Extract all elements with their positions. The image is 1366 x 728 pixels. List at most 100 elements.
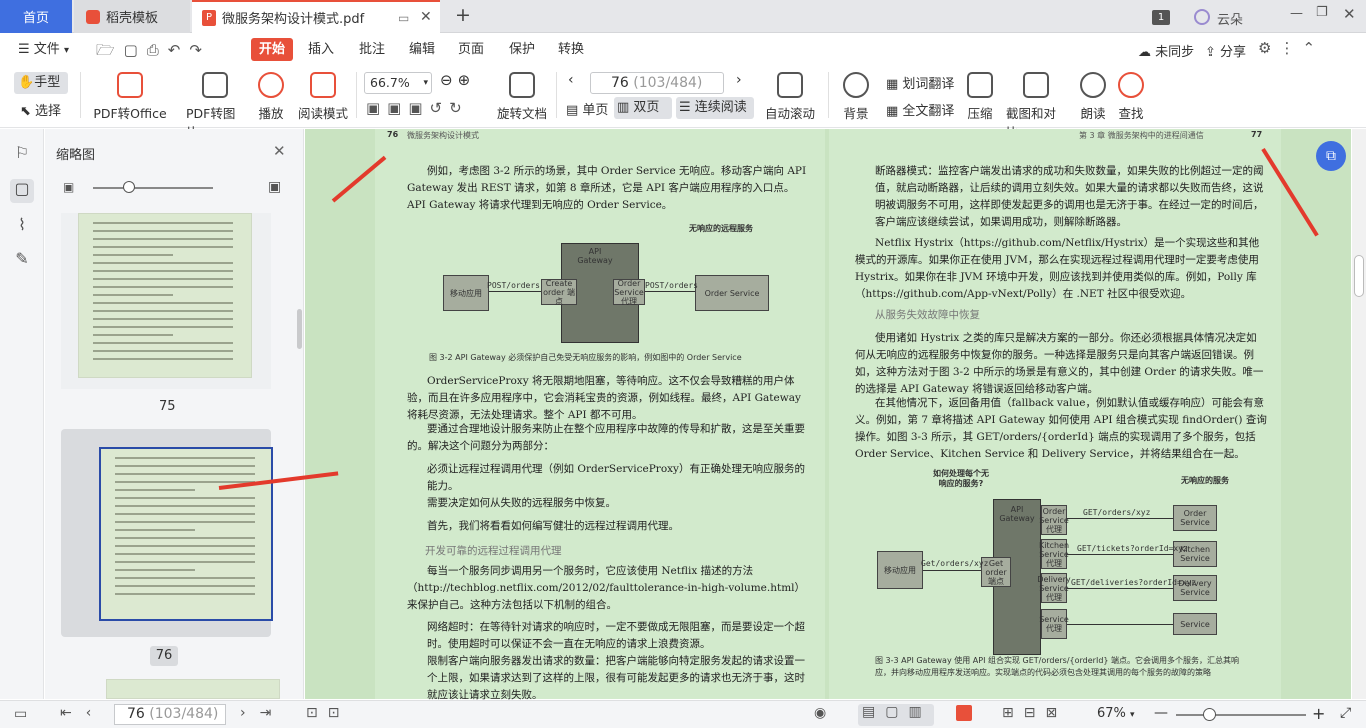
bookmark-icon[interactable]: ⚐ bbox=[10, 143, 34, 167]
thumbnail-77-image[interactable] bbox=[106, 679, 280, 699]
tab-pdf[interactable]: P 微服务架构设计模式.pdf ▭ ✕ bbox=[192, 0, 440, 33]
thumbnail-75[interactable] bbox=[61, 213, 271, 389]
panel-close-icon[interactable]: ✕ bbox=[273, 142, 286, 160]
scroll-thumb[interactable] bbox=[1354, 255, 1364, 297]
tab-float-icon[interactable]: ▭ bbox=[398, 11, 409, 25]
tab-close-icon[interactable]: ✕ bbox=[420, 9, 432, 25]
tab-template[interactable]: 稻壳模板 bbox=[74, 0, 190, 33]
menu-protect[interactable]: 保护 bbox=[501, 38, 543, 61]
next-last-icons[interactable]: ›⇥ bbox=[240, 705, 285, 721]
pdf-to-office-button[interactable]: PDF转Office bbox=[92, 72, 168, 122]
search-icon bbox=[1118, 72, 1144, 98]
zoom-slider-handle[interactable] bbox=[1203, 708, 1216, 721]
play-icon[interactable] bbox=[956, 705, 972, 721]
attachment-icon[interactable]: ⌇ bbox=[10, 215, 34, 239]
sync-status[interactable]: ☁ 未同步 bbox=[1138, 41, 1194, 60]
quick-access-icons[interactable]: 🗁▢⎙↶↷ bbox=[96, 40, 211, 65]
restore-icon[interactable]: ❐ bbox=[1316, 5, 1328, 20]
tab-bar: 首页 稻壳模板 P 微服务架构设计模式.pdf ▭ ✕ + 1 云朵 — ❐ ✕ bbox=[0, 0, 1366, 33]
double-page-button[interactable]: ▥ 双页 bbox=[614, 97, 672, 119]
page-total: (103/484) bbox=[633, 75, 703, 91]
single-page-button[interactable]: ▤ 单页 bbox=[566, 99, 608, 118]
panel-scrollbar[interactable] bbox=[297, 309, 302, 349]
signature-icon[interactable]: ✎ bbox=[10, 249, 34, 273]
sidebar-toggle-icon[interactable]: ▭ bbox=[14, 706, 27, 722]
large-image-icon[interactable]: ▣ bbox=[268, 179, 281, 195]
menu-start[interactable]: 开始 bbox=[251, 38, 294, 61]
minimize-icon[interactable]: — bbox=[1290, 6, 1303, 21]
compress-button[interactable]: 压缩 bbox=[966, 72, 994, 122]
thumbnail-text-line bbox=[93, 262, 233, 264]
fit-icons[interactable]: ⊞⊟⊠ bbox=[1002, 705, 1067, 721]
eye-protect-icon[interactable]: ◉ bbox=[814, 705, 826, 721]
thumbnail-text-line bbox=[93, 310, 233, 312]
hand-tool[interactable]: ✋手型 bbox=[14, 72, 68, 94]
file-menu[interactable]: ☰ 文件 ▾ bbox=[10, 38, 77, 61]
zoom-slider[interactable] bbox=[1176, 714, 1306, 716]
window-close-icon[interactable]: ✕ bbox=[1343, 5, 1356, 23]
autoscroll-button[interactable]: 自动滚动 bbox=[762, 72, 818, 122]
full-translate-label: 全文翻译 bbox=[902, 104, 955, 119]
menu-annotate[interactable]: 批注 bbox=[351, 38, 393, 61]
find-button[interactable]: 查找 bbox=[1116, 72, 1146, 122]
create-order-node: Create order 端点 bbox=[541, 279, 577, 306]
tab-home[interactable]: 首页 bbox=[0, 0, 72, 33]
history-icons[interactable]: ⊡⊡ bbox=[306, 705, 349, 721]
select-tool[interactable]: ⬉ 选择 bbox=[20, 100, 61, 119]
vertical-scrollbar[interactable] bbox=[1352, 129, 1366, 699]
zoom-buttons[interactable]: ⊖⊕ bbox=[440, 71, 475, 89]
thumbnail-text-line bbox=[115, 529, 195, 531]
figure-caption: 图 3-3 API Gateway 使用 API 组合实现 GET/orders… bbox=[875, 656, 1240, 677]
status-page-input[interactable]: 76 (103/484) bbox=[114, 704, 226, 725]
thumbnail-text-line bbox=[115, 585, 255, 587]
small-image-icon[interactable]: ▣ bbox=[63, 180, 74, 194]
share-button[interactable]: ⇪ 分享 bbox=[1205, 41, 1246, 60]
new-tab-button[interactable]: + bbox=[455, 4, 471, 26]
zoom-out-icon[interactable]: — bbox=[1154, 705, 1168, 721]
fit-rotate-icons[interactable]: ▣▣▣↺↻ bbox=[366, 99, 469, 117]
delivery-proxy-node: Delivery Service 代理 bbox=[1037, 573, 1071, 603]
background-button[interactable]: 背景 bbox=[840, 72, 872, 122]
thumbnail-icon[interactable]: ▢ bbox=[10, 179, 34, 203]
first-prev-icons[interactable]: ⇤‹ bbox=[60, 705, 105, 721]
read-mode-button[interactable]: 阅读模式 bbox=[298, 72, 348, 122]
compress-icon bbox=[967, 72, 993, 98]
zoom-in-icon[interactable]: + bbox=[1312, 704, 1325, 723]
hamburger-icon: ☰ bbox=[18, 42, 34, 57]
window-count-badge[interactable]: 1 bbox=[1152, 10, 1170, 25]
service-node: Service bbox=[1173, 613, 1217, 635]
next-page-icon[interactable]: › bbox=[736, 72, 742, 88]
menu-edit[interactable]: 编辑 bbox=[401, 38, 443, 61]
word-translate-button[interactable]: ▦ 划词翻译 bbox=[886, 73, 954, 92]
menu-convert[interactable]: 转换 bbox=[550, 38, 592, 61]
avatar[interactable] bbox=[1194, 9, 1210, 25]
menu-page[interactable]: 页面 bbox=[450, 38, 492, 61]
page-input[interactable]: 76 (103/484) bbox=[590, 72, 724, 94]
thumb-size-slider[interactable] bbox=[93, 187, 213, 189]
single-label: 单页 bbox=[582, 103, 609, 118]
prev-page-icon[interactable]: ‹ bbox=[568, 72, 574, 88]
zoom-value[interactable]: 67% ▾ bbox=[1097, 706, 1135, 721]
fullscreen-icon[interactable]: ⤢ bbox=[1340, 705, 1351, 721]
file-menu-label: 文件 bbox=[33, 42, 60, 57]
settings-icons[interactable]: ⚙⋮⌃ bbox=[1258, 39, 1323, 57]
user-name[interactable]: 云朵 bbox=[1217, 9, 1243, 28]
play-button[interactable]: 播放 bbox=[254, 72, 288, 122]
panel-title: 缩略图 bbox=[56, 148, 96, 163]
menu-bar: ☰ 文件 ▾ 🗁▢⎙↶↷ 开始 插入 批注 编辑 页面 保护 转换 ☁ 未同步 … bbox=[0, 34, 1366, 64]
floating-translate-icon[interactable]: ⧉ bbox=[1316, 141, 1346, 171]
continuous-read-button[interactable]: ☰ 连续阅读 bbox=[676, 97, 754, 119]
thumbnail-76[interactable] bbox=[61, 429, 273, 637]
slider-handle[interactable] bbox=[123, 181, 135, 193]
menu-insert[interactable]: 插入 bbox=[300, 38, 342, 61]
edge-label: GET/deliveries?orderId=xyz bbox=[1071, 578, 1197, 587]
rotate-document-button[interactable]: 旋转文档 bbox=[496, 72, 548, 122]
thumbnail-text-line bbox=[115, 457, 255, 459]
thumbnail-text-line bbox=[93, 222, 233, 224]
read-aloud-button[interactable]: 朗读 bbox=[1078, 72, 1108, 122]
document-view[interactable]: 76 微服务架构设计模式 例如，考虑图 3-2 所示的场景，其中 Order S… bbox=[218, 129, 1351, 701]
zoom-select[interactable]: 66.7% ▾ bbox=[364, 72, 432, 94]
full-translate-button[interactable]: ▦ 全文翻译 bbox=[886, 100, 954, 119]
view-mode-icons[interactable]: ▤▢▥ bbox=[858, 704, 934, 726]
zoom-value: 66.7% bbox=[370, 75, 410, 90]
